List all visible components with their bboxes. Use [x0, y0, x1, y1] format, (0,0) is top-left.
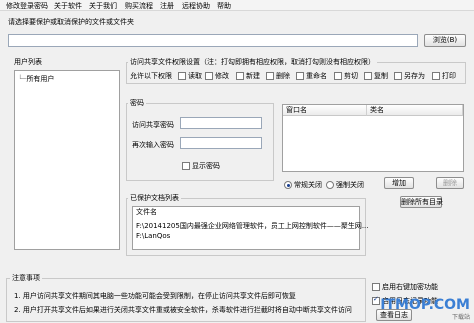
menu-change-password[interactable]: 修改登录密码	[6, 1, 48, 11]
show-password-toggle[interactable]: 显示密码	[182, 161, 220, 171]
menu-about-us[interactable]: 关于我们	[89, 1, 117, 11]
menu-about-software[interactable]: 关于软件	[54, 1, 82, 11]
column-window-name[interactable]: 窗口名	[283, 105, 367, 116]
protected-list[interactable]: 文件名 F:\20141205国内最强企业网络管理软件，员工上网控制软件——聚生…	[132, 206, 369, 250]
notice-item: 2. 用户打开共享文件后如果进行关闭共享文件重或被安全软件，杀毒软件进行拦截时将…	[14, 306, 352, 314]
browse-button[interactable]: 浏览(B)	[424, 34, 466, 47]
perm-rename[interactable]: 重命名	[296, 71, 327, 81]
delete-all-dirs-button[interactable]: 删除所有目录	[400, 196, 443, 208]
access-password-label: 访问共享密码	[132, 121, 174, 129]
window-table[interactable]: 窗口名 类名	[282, 104, 464, 172]
protected-list-header: 文件名	[136, 208, 157, 216]
menu-remote-assist[interactable]: 远程协助	[182, 1, 210, 11]
site-watermark: ITMOP.COM 下载站	[380, 297, 470, 321]
show-password-checkbox[interactable]	[182, 162, 190, 170]
perm-create-checkbox[interactable]	[236, 72, 244, 80]
perm-delete-checkbox[interactable]	[266, 72, 274, 80]
perm-modify-checkbox[interactable]	[205, 72, 213, 80]
right-click-encrypt-checkbox[interactable]	[372, 283, 380, 291]
log-record-checkbox[interactable]	[372, 295, 380, 305]
perm-modify[interactable]: 修改	[205, 71, 229, 81]
notices-label: 注意事项	[10, 273, 42, 283]
permissions-label: 访问共享文件权限设置（注：打勾即拥有相应权限，取消打勾则没有相应权限）	[128, 57, 377, 67]
select-prompt: 请选择要保护或取消保护的文件或文件夹	[8, 18, 134, 26]
perm-copy-checkbox[interactable]	[364, 72, 372, 80]
notice-item: 1. 用户访问共享文件期间其电脑一些功能可能会受到限制，在停止访问共享文件后即可…	[14, 292, 296, 300]
user-list-item[interactable]: └─所有用户	[18, 74, 54, 84]
column-class-name[interactable]: 类名	[367, 105, 463, 116]
perm-print-checkbox[interactable]	[432, 72, 440, 80]
radio-force-close[interactable]: 强制关闭	[326, 180, 364, 190]
add-button[interactable]: 增加	[384, 177, 414, 189]
perm-delete[interactable]: 删除	[266, 71, 290, 81]
radio-normal-close-dot[interactable]	[284, 181, 292, 189]
perm-cut-checkbox[interactable]	[334, 72, 342, 80]
radio-normal-close[interactable]: 常规关闭	[284, 180, 322, 190]
menu-register[interactable]: 注册	[160, 1, 174, 11]
menu-help[interactable]: 帮助	[217, 1, 231, 11]
perm-save-as[interactable]: 另存为	[394, 71, 425, 81]
access-password-input[interactable]	[180, 117, 262, 129]
confirm-password-input[interactable]	[180, 137, 262, 149]
list-item[interactable]: F:\20141205国内最强企业网络管理软件，员工上网控制软件——聚生网...	[136, 221, 369, 231]
menu-purchase[interactable]: 购买流程	[125, 1, 153, 11]
path-input[interactable]	[8, 34, 418, 47]
perm-save-as-checkbox[interactable]	[394, 72, 402, 80]
perm-create[interactable]: 新建	[236, 71, 260, 81]
protected-list-label: 已保护文档列表	[128, 193, 181, 203]
perm-cut[interactable]: 剪切	[334, 71, 358, 81]
perm-read[interactable]: 读取	[178, 71, 202, 81]
perm-rename-checkbox[interactable]	[296, 72, 304, 80]
perm-print[interactable]: 打印	[432, 71, 456, 81]
right-click-encrypt-option[interactable]: 启用右键加密功能	[372, 282, 438, 292]
perm-copy[interactable]: 复制	[364, 71, 388, 81]
allow-permissions-label: 允许以下权限	[130, 72, 172, 80]
list-item[interactable]: F:\LanQos	[136, 232, 170, 240]
user-list[interactable]: └─所有用户	[14, 70, 120, 250]
password-label: 密码	[128, 98, 146, 108]
confirm-password-label: 再次输入密码	[132, 141, 174, 149]
radio-force-close-dot[interactable]	[326, 181, 334, 189]
perm-read-checkbox[interactable]	[178, 72, 186, 80]
user-list-label: 用户列表	[14, 58, 42, 66]
delete-button[interactable]: 删除	[436, 177, 464, 189]
menu-bar: 修改登录密码 关于软件 关于我们 购买流程 注册 远程协助 帮助	[0, 0, 474, 11]
